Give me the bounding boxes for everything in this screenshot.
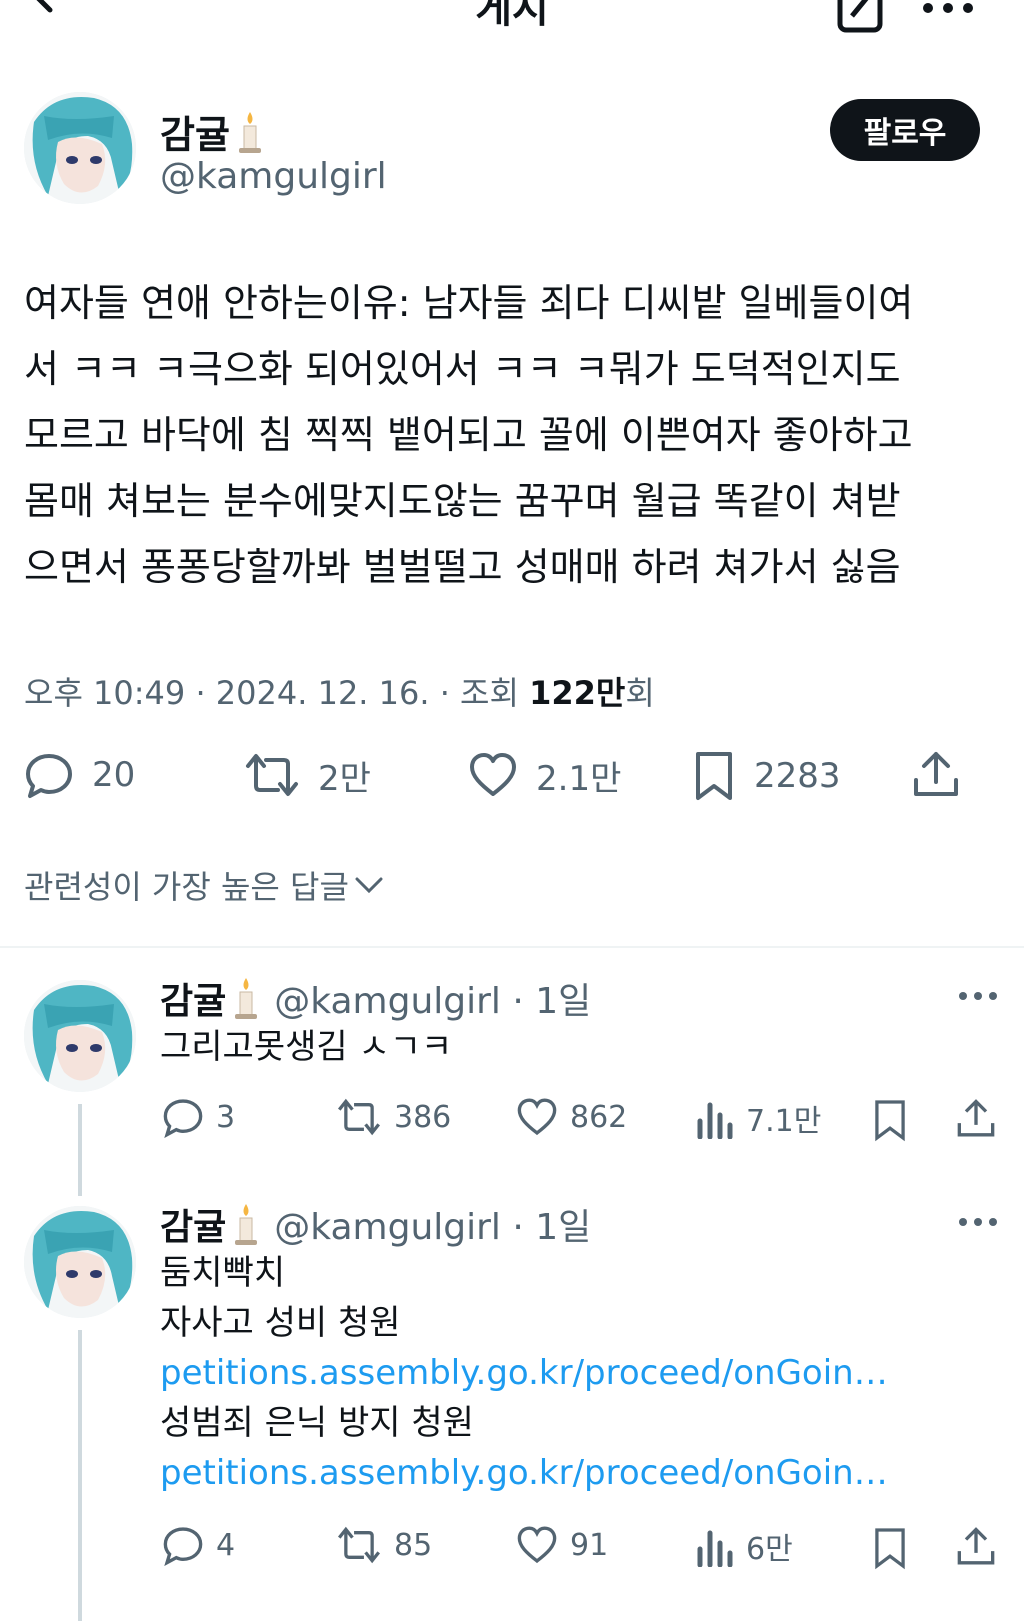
like-action[interactable]: 862 xyxy=(516,1096,627,1138)
compose-icon[interactable] xyxy=(836,0,888,34)
avatar[interactable] xyxy=(24,92,136,204)
reply-text: 둠치빡치 자사고 성비 청원 petitions.assembly.go.kr/… xyxy=(160,1248,888,1498)
reply-author-handle: @kamgulgirl · 1일 xyxy=(274,981,592,1022)
share-action[interactable] xyxy=(912,750,960,800)
like-action[interactable]: 91 xyxy=(516,1524,608,1566)
post-text-line: 으면서 퐁퐁당할까봐 벌벌떨고 성매매 하려 쳐가서 싫음 xyxy=(24,545,901,589)
bookmark-action[interactable]: 2283 xyxy=(692,750,841,802)
views-action[interactable]: 7.1만 xyxy=(696,1096,821,1140)
views-suffix: 회 xyxy=(625,674,655,712)
candle-icon xyxy=(235,978,258,1019)
sort-label: 관련성이 가장 높은 답글 xyxy=(24,868,349,906)
post-text-line: 서 ㅋㅋ ㅋ극으화 되어있어서 ㅋㅋ ㅋ뭐가 도덕적인지도 xyxy=(24,347,901,391)
like-action[interactable]: 2.1만 xyxy=(468,750,621,800)
reply-sort-dropdown[interactable]: 관련성이 가장 높은 답글 xyxy=(24,862,385,908)
reply-count: 20 xyxy=(92,755,136,795)
reply-author[interactable]: 감귤 @kamgulgirl · 1일 xyxy=(160,1198,591,1250)
retweet-icon xyxy=(246,754,298,796)
thread-line xyxy=(78,1104,82,1196)
reply-author-name: 감귤 xyxy=(160,1207,227,1248)
thread-line xyxy=(78,1330,82,1621)
share-icon[interactable] xyxy=(956,1526,996,1568)
author-name[interactable]: 감귤 xyxy=(160,104,264,159)
more-dots-icon[interactable] xyxy=(958,990,998,1002)
author-handle[interactable]: @kamgulgirl xyxy=(160,156,387,197)
reply-text: 그리고못생김 ㅅㄱㅋ xyxy=(160,1027,453,1067)
bookmark-icon[interactable] xyxy=(872,1098,908,1142)
reply-action[interactable]: 20 xyxy=(24,750,135,800)
views-label: 조회 xyxy=(460,674,519,712)
post-meta: 오후 10:49 · 2024. 12. 16. · 조회 122만회 xyxy=(24,674,655,712)
bookmark-icon xyxy=(696,752,732,800)
reply-icon xyxy=(26,754,72,798)
like-count: 2.1만 xyxy=(536,758,622,799)
post-time[interactable]: 오후 10:49 xyxy=(24,674,185,712)
petition-link[interactable]: petitions.assembly.go.kr/proceed/onGoin… xyxy=(160,1448,888,1498)
avatar[interactable] xyxy=(24,980,136,1092)
follow-button[interactable]: 팔로우 xyxy=(830,99,980,161)
candle-icon xyxy=(238,111,261,153)
divider xyxy=(0,946,1024,948)
bookmark-icon[interactable] xyxy=(872,1526,908,1570)
chevron-down-icon xyxy=(355,877,383,894)
share-icon xyxy=(914,752,958,796)
reply-icon xyxy=(163,1099,203,1138)
top-bar: 게시 xyxy=(0,0,1024,40)
heart-icon xyxy=(470,753,516,796)
reply-action[interactable]: 3 xyxy=(162,1096,235,1138)
avatar[interactable] xyxy=(24,1206,136,1318)
reply-author-name: 감귤 xyxy=(160,981,227,1022)
bookmark-count: 2283 xyxy=(754,756,841,796)
reply-author-handle: @kamgulgirl · 1일 xyxy=(274,1207,592,1248)
retweet-icon xyxy=(338,1526,380,1564)
retweet-action[interactable]: 85 xyxy=(336,1524,432,1566)
candle-icon xyxy=(235,1204,258,1245)
reply-action[interactable]: 4 xyxy=(162,1524,235,1566)
more-dots-icon[interactable] xyxy=(958,1216,998,1228)
post-text-line: 여자들 연애 안하는이유: 남자들 죄다 디씨밭 일베들이여 xyxy=(24,281,914,325)
analytics-icon xyxy=(697,1530,733,1567)
post-text-line: 모르고 바닥에 침 찍찍 뱉어되고 꼴에 이쁜여자 좋아하고 xyxy=(24,413,913,457)
retweet-action[interactable]: 386 xyxy=(336,1096,451,1138)
post-actions: 20 2만 2.1만 2283 xyxy=(0,750,1024,810)
retweet-count: 2만 xyxy=(318,758,371,799)
reply-author[interactable]: 감귤 @kamgulgirl · 1일 xyxy=(160,972,591,1024)
petition-link[interactable]: petitions.assembly.go.kr/proceed/onGoin… xyxy=(160,1348,888,1398)
retweet-icon xyxy=(338,1098,380,1136)
heart-icon xyxy=(517,1098,557,1136)
share-icon[interactable] xyxy=(956,1098,996,1140)
views-count: 122만 xyxy=(529,674,626,712)
retweet-action[interactable]: 2만 xyxy=(244,750,371,800)
post-text: 여자들 연애 안하는이유: 남자들 죄다 디씨밭 일베들이여 서 ㅋㅋ ㅋ극으화… xyxy=(24,270,1004,600)
post-text-line: 몸매 쳐보는 분수에맞지도않는 꿈꾸며 월급 똑같이 쳐받 xyxy=(24,479,901,523)
analytics-icon xyxy=(697,1102,733,1139)
heart-icon xyxy=(517,1526,557,1564)
views-action[interactable]: 6만 xyxy=(696,1524,793,1568)
post-date[interactable]: 2024. 12. 16. xyxy=(216,674,430,712)
more-dots-icon[interactable] xyxy=(920,0,976,16)
reply-icon xyxy=(163,1527,203,1566)
